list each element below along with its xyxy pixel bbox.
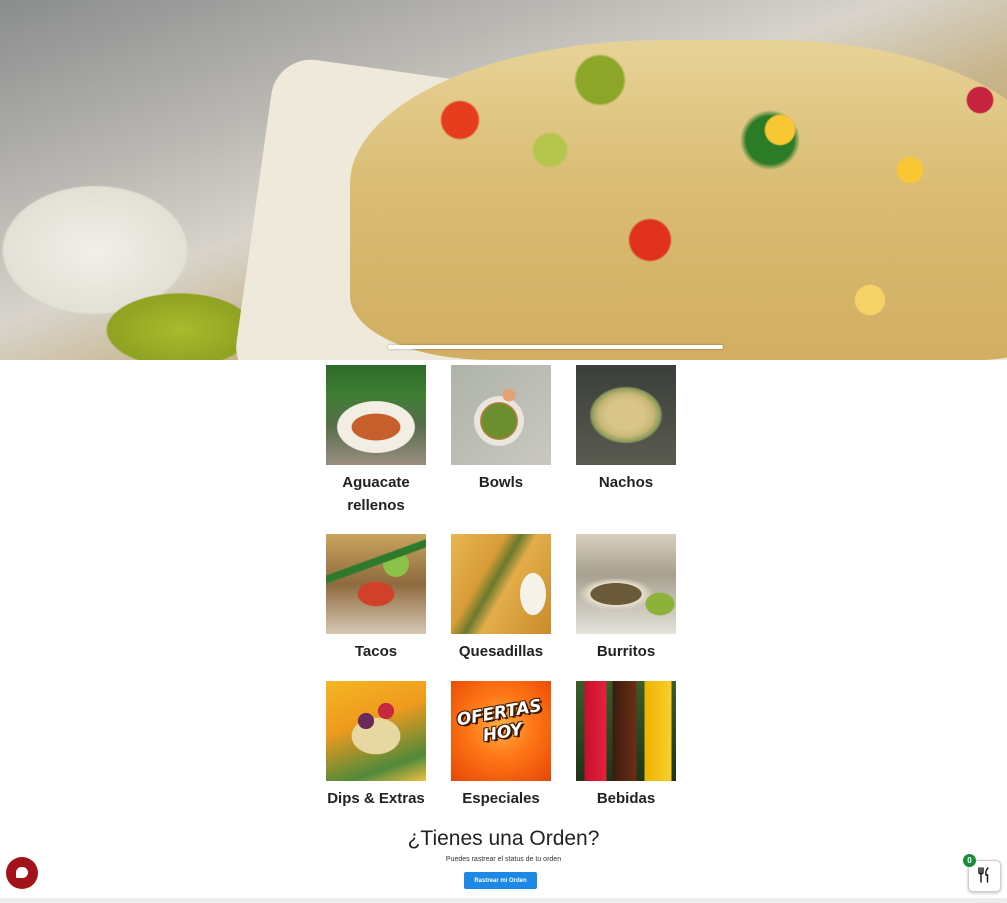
order-title: ¿Tienes una Orden? <box>407 827 600 850</box>
category-image[interactable] <box>326 681 426 781</box>
category-aguacate-rellenos[interactable]: Aguacate rellenos <box>316 365 436 517</box>
page-bottom-bar <box>0 898 1007 903</box>
category-label[interactable]: Burritos <box>566 640 686 663</box>
category-bebidas[interactable]: Bebidas <box>566 681 686 810</box>
category-image[interactable] <box>451 365 551 465</box>
category-label[interactable]: Aguacate rellenos <box>316 471 436 517</box>
category-dips-extras[interactable]: Dips & Extras <box>316 681 436 810</box>
category-label[interactable]: Especiales <box>441 787 561 810</box>
category-label[interactable]: Bowls <box>441 471 561 494</box>
category-image[interactable] <box>576 365 676 465</box>
category-quesadillas[interactable]: Quesadillas <box>441 534 561 663</box>
chat-bubble-icon <box>16 867 28 878</box>
cart-count-badge: 0 <box>963 854 976 867</box>
fork-knife-icon <box>978 867 989 883</box>
category-especiales[interactable]: OFERTAS HOY Especiales <box>441 681 561 810</box>
track-order-button[interactable]: Rastrear mi Orden <box>464 872 537 889</box>
category-label[interactable]: Dips & Extras <box>316 787 436 810</box>
category-label[interactable]: Quesadillas <box>441 640 561 663</box>
hero-banner[interactable] <box>0 0 1007 360</box>
category-image[interactable] <box>326 365 426 465</box>
category-image[interactable] <box>576 534 676 634</box>
category-label[interactable]: Bebidas <box>566 787 686 810</box>
hero-nachos <box>350 40 1007 360</box>
category-label[interactable]: Tacos <box>316 640 436 663</box>
category-image[interactable] <box>451 534 551 634</box>
ofertas-hoy-graphic-text: OFERTAS HOY <box>455 695 544 747</box>
slider-indicator[interactable] <box>388 345 723 349</box>
category-image[interactable]: OFERTAS HOY <box>451 681 551 781</box>
category-nachos[interactable]: Nachos <box>566 365 686 494</box>
order-subtitle: Puedes rastrear el status de tu orden <box>445 856 562 863</box>
category-bowls[interactable]: Bowls <box>441 365 561 494</box>
category-burritos[interactable]: Burritos <box>566 534 686 663</box>
category-image[interactable] <box>326 534 426 634</box>
chat-button[interactable] <box>6 857 38 889</box>
category-image[interactable] <box>576 681 676 781</box>
category-label[interactable]: Nachos <box>566 471 686 494</box>
category-tacos[interactable]: Tacos <box>316 534 436 663</box>
